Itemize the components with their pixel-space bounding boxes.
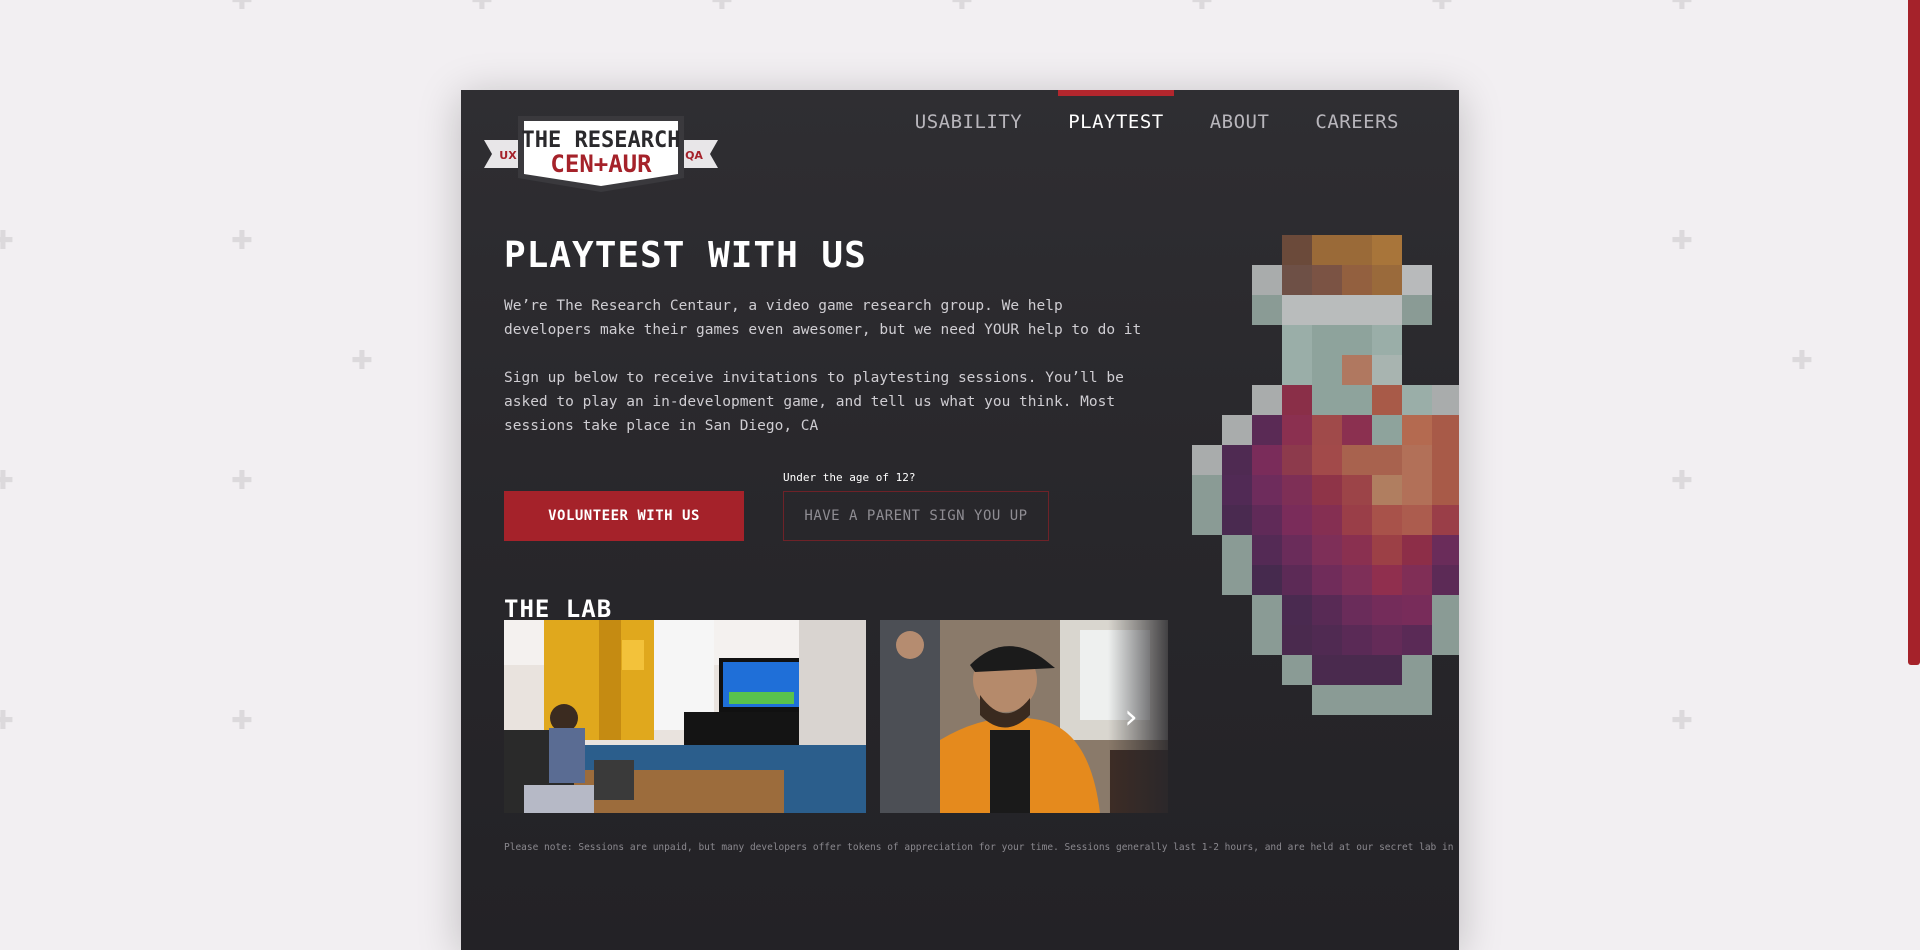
signup-paragraph: Sign up below to receive invitations to … xyxy=(504,370,1124,434)
logo-ux-tag: UX xyxy=(499,149,517,162)
background-plus-icon: ✚ xyxy=(0,466,14,496)
nav-playtest[interactable]: PLAYTEST xyxy=(1058,90,1174,150)
background-plus-icon: ✚ xyxy=(0,706,14,736)
lab-photo-living-room[interactable] xyxy=(504,620,866,813)
lab-photo-carousel xyxy=(504,620,1168,813)
logo-qa-tag: QA xyxy=(685,149,703,162)
pixel-potion-illustration xyxy=(1192,235,1459,715)
background-plus-icon: ✚ xyxy=(471,0,493,16)
background-plus-icon: ✚ xyxy=(351,346,373,376)
nav-about[interactable]: ABOUT xyxy=(1200,90,1280,150)
nav-usability[interactable]: USABILITY xyxy=(905,90,1032,150)
main-nav: USABILITY PLAYTEST ABOUT CAREERS xyxy=(879,90,1409,150)
page-title: PLAYTEST WITH US xyxy=(504,235,867,276)
background-plus-icon: ✚ xyxy=(1671,466,1693,496)
background-plus-icon: ✚ xyxy=(0,226,14,256)
background-plus-icon: ✚ xyxy=(231,226,253,256)
background-plus-icon: ✚ xyxy=(1431,0,1453,16)
logo-line-2: CEN+AUR xyxy=(550,150,652,178)
background-plus-icon: ✚ xyxy=(231,0,253,16)
nav-careers[interactable]: CAREERS xyxy=(1305,90,1409,150)
background-plus-icon: ✚ xyxy=(1671,0,1693,16)
background-plus-icon: ✚ xyxy=(1671,706,1693,736)
intro-paragraph: We’re The Research Centaur, a video game… xyxy=(504,298,1142,338)
background-plus-icon: ✚ xyxy=(1191,0,1213,16)
chevron-right-icon[interactable]: › xyxy=(1116,700,1146,734)
lab-heading: THE LAB xyxy=(504,595,613,623)
background-plus-icon: ✚ xyxy=(231,706,253,736)
parent-signup-button[interactable]: HAVE A PARENT SIGN YOU UP xyxy=(783,491,1049,541)
background-plus-icon: ✚ xyxy=(711,0,733,16)
background-plus-icon: ✚ xyxy=(951,0,973,16)
page-scrollbar[interactable] xyxy=(1908,0,1920,950)
volunteer-button[interactable]: VOLUNTEER WITH US xyxy=(504,491,744,541)
scrollbar-thumb[interactable] xyxy=(1908,0,1920,665)
age-note: Under the age of 12? xyxy=(783,471,916,484)
background-plus-icon: ✚ xyxy=(231,466,253,496)
main-card: UX QA THE RESEARCH CEN+AUR USABILITY PLA… xyxy=(461,90,1459,950)
research-centaur-logo[interactable]: UX QA THE RESEARCH CEN+AUR xyxy=(484,114,718,194)
background-plus-icon: ✚ xyxy=(1671,226,1693,256)
background-plus-icon: ✚ xyxy=(1791,346,1813,376)
